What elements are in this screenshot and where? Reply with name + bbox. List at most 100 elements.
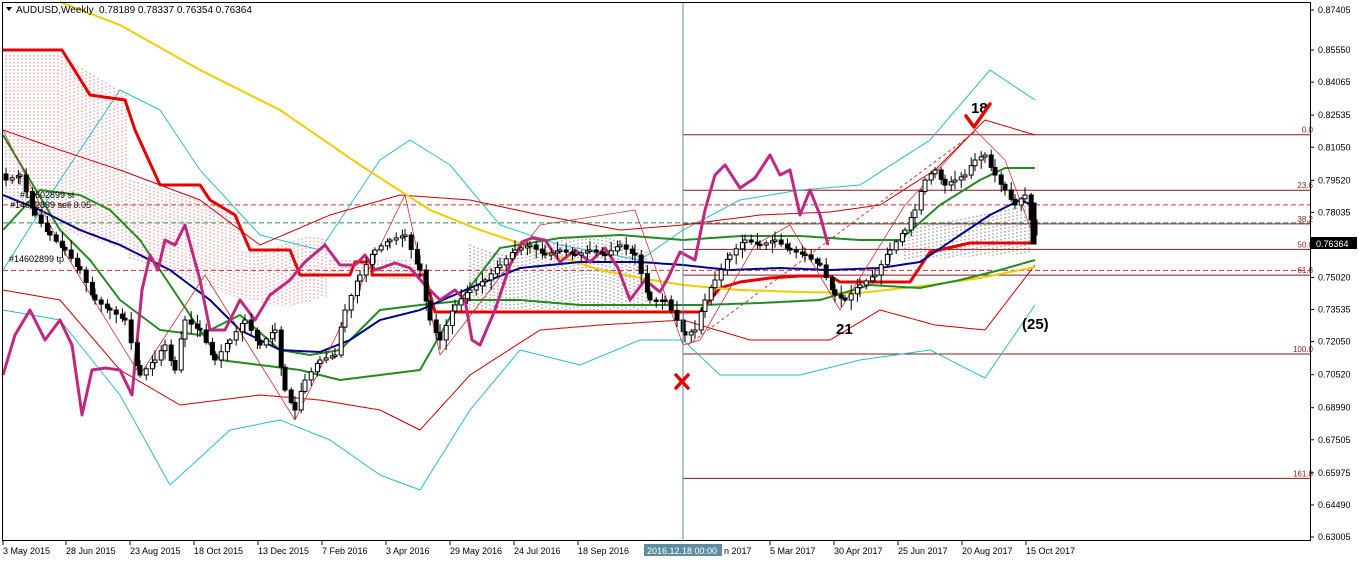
candle-body[interactable] <box>218 351 224 361</box>
candle-body[interactable] <box>542 252 548 256</box>
candle-body[interactable] <box>787 247 793 251</box>
candle-body[interactable] <box>878 264 884 276</box>
candle-body[interactable] <box>724 258 730 271</box>
candle-body[interactable] <box>784 243 790 249</box>
candle-body[interactable] <box>972 159 978 167</box>
candle-body[interactable] <box>1018 198 1024 206</box>
candle-body[interactable] <box>922 179 928 192</box>
candle-body[interactable] <box>302 379 308 392</box>
candle-body[interactable] <box>113 309 119 315</box>
candle-body[interactable] <box>188 319 194 325</box>
candle-body[interactable] <box>354 280 360 297</box>
candle-body[interactable] <box>572 253 578 257</box>
candle-body[interactable] <box>902 229 908 234</box>
candle-body[interactable] <box>134 342 140 366</box>
candle-body[interactable] <box>417 263 423 271</box>
candle-body[interactable] <box>203 329 209 343</box>
candle-body[interactable] <box>893 241 899 251</box>
candle-body[interactable] <box>884 253 890 266</box>
candle-body[interactable] <box>733 248 739 256</box>
candle-body[interactable] <box>342 309 348 328</box>
candle-body[interactable] <box>942 178 948 186</box>
candle-body[interactable] <box>47 231 53 236</box>
candle-body[interactable] <box>848 293 854 301</box>
candle-body[interactable] <box>863 280 869 286</box>
candle-body[interactable] <box>748 239 754 243</box>
candle-body[interactable] <box>172 360 178 371</box>
price-chart[interactable]: 0.023.638.250.061.8100.0161.8 0.874050.8… <box>0 0 1358 562</box>
candle-body[interactable] <box>363 264 369 276</box>
candle-body[interactable] <box>629 248 635 254</box>
candle-body[interactable] <box>387 239 393 243</box>
candle-body[interactable] <box>194 323 200 329</box>
candle-body[interactable] <box>168 344 174 361</box>
candle-body[interactable] <box>473 285 479 291</box>
candle-body[interactable] <box>44 222 50 233</box>
candle-body[interactable] <box>602 253 608 257</box>
candle-body[interactable] <box>712 279 718 289</box>
candle-body[interactable] <box>674 309 680 321</box>
candle-body[interactable] <box>829 276 835 291</box>
candle-body[interactable] <box>423 269 429 302</box>
candle-body[interactable] <box>869 276 875 282</box>
candle-body[interactable] <box>178 338 184 371</box>
candle-body[interactable] <box>887 249 893 255</box>
candle-body[interactable] <box>482 279 488 283</box>
candle-body[interactable] <box>623 244 629 250</box>
candle-body[interactable] <box>162 344 168 352</box>
candle-body[interactable] <box>632 252 638 256</box>
candle-body[interactable] <box>158 350 164 361</box>
candle-body[interactable] <box>104 303 110 309</box>
candle-body[interactable] <box>212 354 218 361</box>
candle-body[interactable] <box>608 250 614 256</box>
candle-body[interactable] <box>682 331 688 336</box>
candle-body[interactable] <box>137 364 143 376</box>
candle-body[interactable] <box>982 154 988 158</box>
candle-body[interactable] <box>614 246 620 252</box>
candle-body[interactable] <box>739 242 745 250</box>
candle-body[interactable] <box>772 239 778 242</box>
candle-body[interactable] <box>269 332 275 340</box>
candle-body[interactable] <box>778 239 784 245</box>
candle-body[interactable] <box>372 249 378 255</box>
candle-body[interactable] <box>718 269 724 281</box>
candle-body[interactable] <box>378 245 384 251</box>
candle-body[interactable] <box>708 287 714 301</box>
candle-body[interactable] <box>509 252 515 260</box>
candle-body[interactable] <box>968 165 974 176</box>
candle-body[interactable] <box>393 237 399 241</box>
candle-body[interactable] <box>497 264 503 269</box>
candle-body[interactable] <box>3 173 9 181</box>
candle-body[interactable] <box>248 319 254 331</box>
candle-body[interactable] <box>332 354 338 357</box>
candle-body[interactable] <box>1012 198 1018 206</box>
candle-body[interactable] <box>518 247 524 251</box>
candle-body[interactable] <box>402 234 408 237</box>
candle-body[interactable] <box>692 329 698 333</box>
candle-body[interactable] <box>527 244 533 247</box>
candle-body[interactable] <box>38 214 44 224</box>
candle-body[interactable] <box>98 299 104 305</box>
candle-body[interactable] <box>254 329 260 342</box>
candle-body[interactable] <box>242 319 248 324</box>
candle-body[interactable] <box>842 297 848 301</box>
candle-body[interactable] <box>288 389 294 403</box>
candle-body[interactable] <box>503 258 509 266</box>
candle-body[interactable] <box>763 242 769 246</box>
candle-body[interactable] <box>952 179 958 183</box>
candle-body[interactable] <box>128 319 134 344</box>
candle-body[interactable] <box>928 173 934 181</box>
candle-body[interactable] <box>802 253 808 257</box>
candle-body[interactable] <box>653 299 659 302</box>
candle-body[interactable] <box>962 174 968 178</box>
candle-body[interactable] <box>107 307 113 311</box>
candle-body[interactable] <box>239 322 245 333</box>
candle-body[interactable] <box>857 284 863 289</box>
candle-body[interactable] <box>817 262 823 266</box>
candle-body[interactable] <box>89 281 95 296</box>
candle-body[interactable] <box>278 329 284 368</box>
chart-window[interactable]: 0.0 23.6 38.2 50.0 61.8 100.0 161.8 0.87405 0.8… <box>0 0 1358 562</box>
candle-body[interactable] <box>152 359 158 364</box>
candle-body[interactable] <box>458 298 464 306</box>
candle-body[interactable] <box>912 209 918 219</box>
